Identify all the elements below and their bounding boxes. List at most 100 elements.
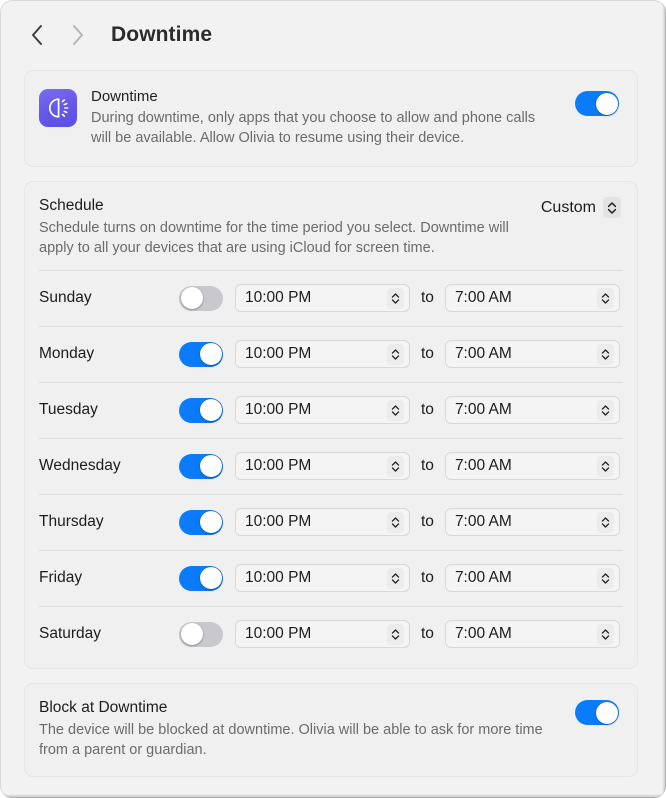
block-text-block: Block at Downtime The device will be blo…: [39, 698, 567, 760]
start-time-field[interactable]: 10:00 PM: [235, 564, 410, 592]
up-down-chevron-icon[interactable]: [596, 567, 614, 589]
day-row-thursday: Thursday 10:00 PM to 7:00 AM: [25, 494, 637, 550]
up-down-chevron-icon[interactable]: [596, 455, 614, 477]
schedule-title: Schedule: [39, 197, 104, 214]
schedule-mode-popup[interactable]: Custom: [541, 196, 621, 218]
day-label: Tuesday: [39, 401, 98, 418]
toggle-knob: [595, 701, 618, 724]
up-down-chevron-icon[interactable]: [387, 511, 404, 533]
downtime-title: Downtime: [91, 88, 158, 105]
day-row-friday: Friday 10:00 PM to 7:00 AM: [25, 550, 637, 606]
downtime-toggle-container: [569, 87, 619, 116]
day-label: Monday: [39, 345, 95, 362]
schedule-day-rows: Sunday 10:00 PM to 7:00 AM Monday 10:00 …: [25, 270, 637, 668]
up-down-chevron-icon[interactable]: [596, 343, 614, 365]
up-down-chevron-icon[interactable]: [387, 343, 404, 365]
block-at-downtime-title: Block at Downtime: [39, 699, 168, 716]
schedule-description: Schedule turns on downtime for the time …: [39, 220, 509, 256]
toggle-knob: [199, 455, 222, 477]
start-time-field[interactable]: 10:00 PM: [235, 452, 410, 480]
start-time-field[interactable]: 10:00 PM: [235, 396, 410, 424]
downtime-text-block: Downtime During downtime, only apps that…: [91, 87, 569, 148]
up-down-chevron-icon: [603, 197, 621, 218]
up-down-chevron-icon[interactable]: [387, 455, 404, 477]
start-time-value: 10:00 PM: [245, 401, 312, 418]
start-time-value: 10:00 PM: [245, 625, 312, 642]
start-time-field[interactable]: 10:00 PM: [235, 508, 410, 536]
day-label: Saturday: [39, 625, 102, 642]
to-label: to: [421, 401, 434, 418]
schedule-header: Schedule Schedule turns on downtime for …: [25, 182, 637, 270]
start-time-field[interactable]: 10:00 PM: [235, 620, 410, 648]
day-toggle[interactable]: [179, 509, 223, 535]
day-toggle[interactable]: [179, 453, 223, 479]
day-toggle[interactable]: [179, 285, 223, 311]
up-down-chevron-icon[interactable]: [596, 287, 614, 309]
schedule-card: Schedule Schedule turns on downtime for …: [24, 181, 638, 669]
day-toggle[interactable]: [179, 621, 223, 647]
day-toggle[interactable]: [179, 397, 223, 423]
day-toggle[interactable]: [179, 341, 223, 367]
end-time-field[interactable]: 7:00 AM: [444, 452, 620, 480]
day-row-tuesday: Tuesday 10:00 PM to 7:00 AM: [25, 382, 637, 438]
day-toggle[interactable]: [179, 565, 223, 591]
end-time-value: 7:00 AM: [454, 625, 512, 642]
downtime-app-icon: [39, 89, 77, 127]
up-down-chevron-icon[interactable]: [596, 399, 614, 421]
end-time-value: 7:00 AM: [454, 513, 512, 530]
downtime-card: Downtime During downtime, only apps that…: [24, 70, 638, 167]
day-toggle-container: [179, 565, 235, 591]
up-down-chevron-icon[interactable]: [387, 399, 404, 421]
up-down-chevron-icon[interactable]: [387, 287, 404, 309]
day-toggle-container: [179, 453, 235, 479]
day-row-monday: Monday 10:00 PM to 7:00 AM: [25, 326, 637, 382]
to-label: to: [421, 569, 434, 586]
day-toggle-container: [179, 621, 235, 647]
start-time-value: 10:00 PM: [245, 289, 312, 306]
end-time-value: 7:00 AM: [454, 401, 512, 418]
toggle-knob: [180, 623, 203, 645]
block-toggle-container: [567, 698, 619, 725]
start-time-field[interactable]: 10:00 PM: [235, 284, 410, 312]
toggle-knob: [199, 399, 222, 421]
end-time-value: 7:00 AM: [454, 569, 512, 586]
forward-button[interactable]: [64, 20, 90, 50]
day-toggle-container: [179, 509, 235, 535]
day-label: Thursday: [39, 513, 104, 530]
end-time-field[interactable]: 7:00 AM: [444, 564, 620, 592]
up-down-chevron-icon[interactable]: [387, 567, 404, 589]
end-time-value: 7:00 AM: [454, 457, 512, 474]
block-at-downtime-card: Block at Downtime The device will be blo…: [24, 683, 638, 777]
up-down-chevron-icon[interactable]: [596, 623, 614, 645]
end-time-field[interactable]: 7:00 AM: [444, 340, 620, 368]
day-row-wednesday: Wednesday 10:00 PM to 7:00 AM: [25, 438, 637, 494]
end-time-value: 7:00 AM: [454, 289, 512, 306]
block-at-downtime-description: The device will be blocked at downtime. …: [39, 722, 543, 758]
day-label: Friday: [39, 569, 83, 586]
window-shadow-bottom: [0, 794, 666, 798]
end-time-field[interactable]: 7:00 AM: [444, 396, 620, 424]
block-at-downtime-toggle[interactable]: [575, 700, 619, 725]
day-row-saturday: Saturday 10:00 PM to 7:00 AM: [25, 606, 637, 662]
toggle-knob: [199, 343, 222, 365]
downtime-description: During downtime, only apps that you choo…: [91, 110, 536, 146]
back-button[interactable]: [24, 20, 50, 50]
schedule-mode-value: Custom: [540, 198, 596, 216]
to-label: to: [421, 513, 434, 530]
window-shadow-right: [662, 0, 666, 798]
start-time-value: 10:00 PM: [245, 569, 312, 586]
up-down-chevron-icon[interactable]: [387, 623, 404, 645]
end-time-field[interactable]: 7:00 AM: [444, 284, 620, 312]
start-time-field[interactable]: 10:00 PM: [235, 340, 410, 368]
start-time-value: 10:00 PM: [245, 513, 312, 530]
toggle-knob: [199, 511, 222, 533]
end-time-field[interactable]: 7:00 AM: [444, 508, 620, 536]
toggle-knob: [180, 287, 203, 309]
up-down-chevron-icon[interactable]: [596, 511, 614, 533]
toggle-knob: [595, 92, 618, 115]
end-time-field[interactable]: 7:00 AM: [444, 620, 620, 648]
schedule-text-block: Schedule Schedule turns on downtime for …: [39, 196, 541, 258]
to-label: to: [421, 345, 434, 362]
day-toggle-container: [179, 341, 235, 367]
downtime-toggle[interactable]: [575, 91, 619, 116]
